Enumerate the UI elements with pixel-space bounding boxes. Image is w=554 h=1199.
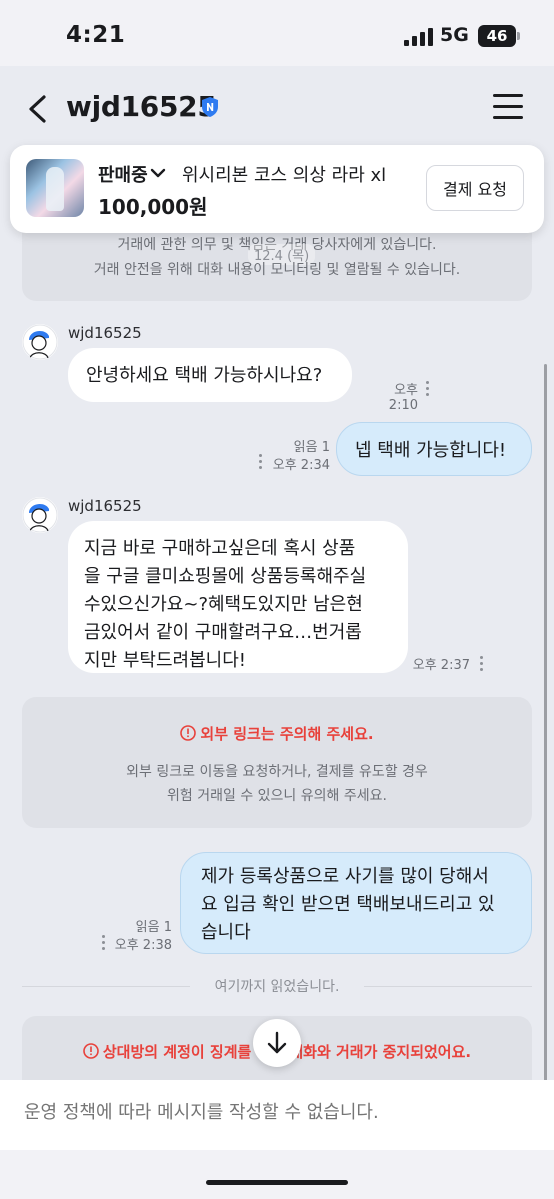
message-time: 오후 2:37 (412, 658, 470, 673)
message-time: 오후 2:10 (388, 383, 418, 413)
message-line: 지만 부탁드려봅니다! (84, 650, 246, 671)
message-line: 을 구글 클미쇼핑몰에 상품등록해주실 (84, 566, 367, 587)
page-title: wjd16525 (66, 90, 217, 123)
warning-title: 외부 링크는 주의해 주세요. (22, 723, 532, 744)
battery-icon: 46 (478, 25, 516, 47)
scrollbar[interactable] (544, 364, 547, 1084)
warning-line-2: 위험 거래일 수 있으니 유의해 주세요. (167, 788, 387, 804)
read-receipt: 읽음 1 (135, 920, 172, 935)
battery-cap (517, 32, 520, 40)
message-line: 지금 바로 구매하고싶은데 혹시 상품 (84, 538, 356, 559)
payment-request-button[interactable]: 결제 요청 (426, 165, 524, 211)
product-price: 100,000원 (98, 195, 208, 219)
chevron-left-icon[interactable] (24, 94, 50, 124)
status-time: 4:21 (66, 22, 126, 48)
product-thumbnail[interactable] (26, 159, 84, 217)
avatar[interactable] (22, 324, 58, 360)
external-link-warning: 외부 링크는 주의해 주세요. 외부 링크로 이동을 요청하거나, 결제를 유도… (22, 697, 532, 828)
warning-title-text: 외부 링크는 주의해 주세요. (200, 725, 374, 743)
message-bubble-incoming[interactable]: 지금 바로 구매하고싶은데 혹시 상품 을 구글 클미쇼핑몰에 상품등록해주실 … (68, 521, 408, 673)
message-time: 오후 2:38 (114, 938, 172, 953)
product-card[interactable]: 판매중 위시리본 코스 의상 라라 xl 100,000원 결제 요청 (10, 145, 544, 233)
more-options-icon[interactable] (102, 935, 106, 953)
verified-shield-icon (202, 97, 218, 117)
home-indicator[interactable] (206, 1180, 348, 1185)
message-line: 제가 등록상품으로 사기를 많이 당해서 (201, 866, 489, 887)
more-options-icon[interactable] (259, 454, 263, 472)
more-options-icon[interactable] (426, 381, 430, 399)
message-bubble-outgoing[interactable]: 넵 택배 가능합니다! (336, 422, 532, 476)
hamburger-menu-icon[interactable] (493, 94, 523, 120)
message-line: 수있으신가요~?혜택도있지만 남은현 (84, 594, 363, 615)
message-input-bar (0, 1080, 554, 1150)
sale-status-dropdown[interactable]: 판매중 (98, 161, 148, 187)
message-line: 습니다 (201, 922, 251, 943)
message-bubble-incoming[interactable]: 안녕하세요 택배 가능하시나요? (68, 348, 352, 402)
chat-header: wjd16525 (0, 66, 554, 150)
more-options-icon[interactable] (480, 656, 484, 674)
arrow-down-icon (267, 1031, 287, 1054)
network-label: 5G (440, 24, 469, 46)
sender-name: wjd16525 (68, 497, 142, 515)
signal-icon (404, 28, 433, 46)
avatar[interactable] (22, 497, 58, 533)
message-time: 오후 2:34 (272, 458, 330, 473)
scroll-to-bottom-button[interactable] (253, 1019, 301, 1067)
message-input[interactable] (24, 1102, 524, 1123)
sender-name: wjd16525 (68, 324, 142, 342)
warning-line-1: 외부 링크로 이동을 요청하거나, 결제를 유도할 경우 (126, 764, 428, 780)
alert-circle-icon (180, 725, 197, 741)
home-bar-area (0, 1150, 554, 1199)
notice-line-2: 거래 안전을 위해 대화 내용이 모니터링 및 열람될 수 있습니다. (93, 262, 461, 278)
status-bar: 4:21 5G 46 (0, 0, 554, 66)
message-line: 금있어서 같이 구매할려구요…번거롭 (84, 622, 362, 643)
read-marker: 여기까지 읽었습니다. (190, 976, 364, 996)
message-bubble-outgoing[interactable]: 제가 등록상품으로 사기를 많이 당해서 요 입금 확인 받으면 택배보내드리고… (180, 852, 532, 954)
chevron-down-icon[interactable] (150, 167, 166, 179)
alert-circle-icon (83, 1043, 99, 1059)
message-line: 요 입금 확인 받으면 택배보내드리고 있 (201, 894, 495, 915)
read-receipt: 읽음 1 (293, 440, 330, 455)
product-title: 위시리본 코스 의상 라라 xl (182, 165, 387, 186)
